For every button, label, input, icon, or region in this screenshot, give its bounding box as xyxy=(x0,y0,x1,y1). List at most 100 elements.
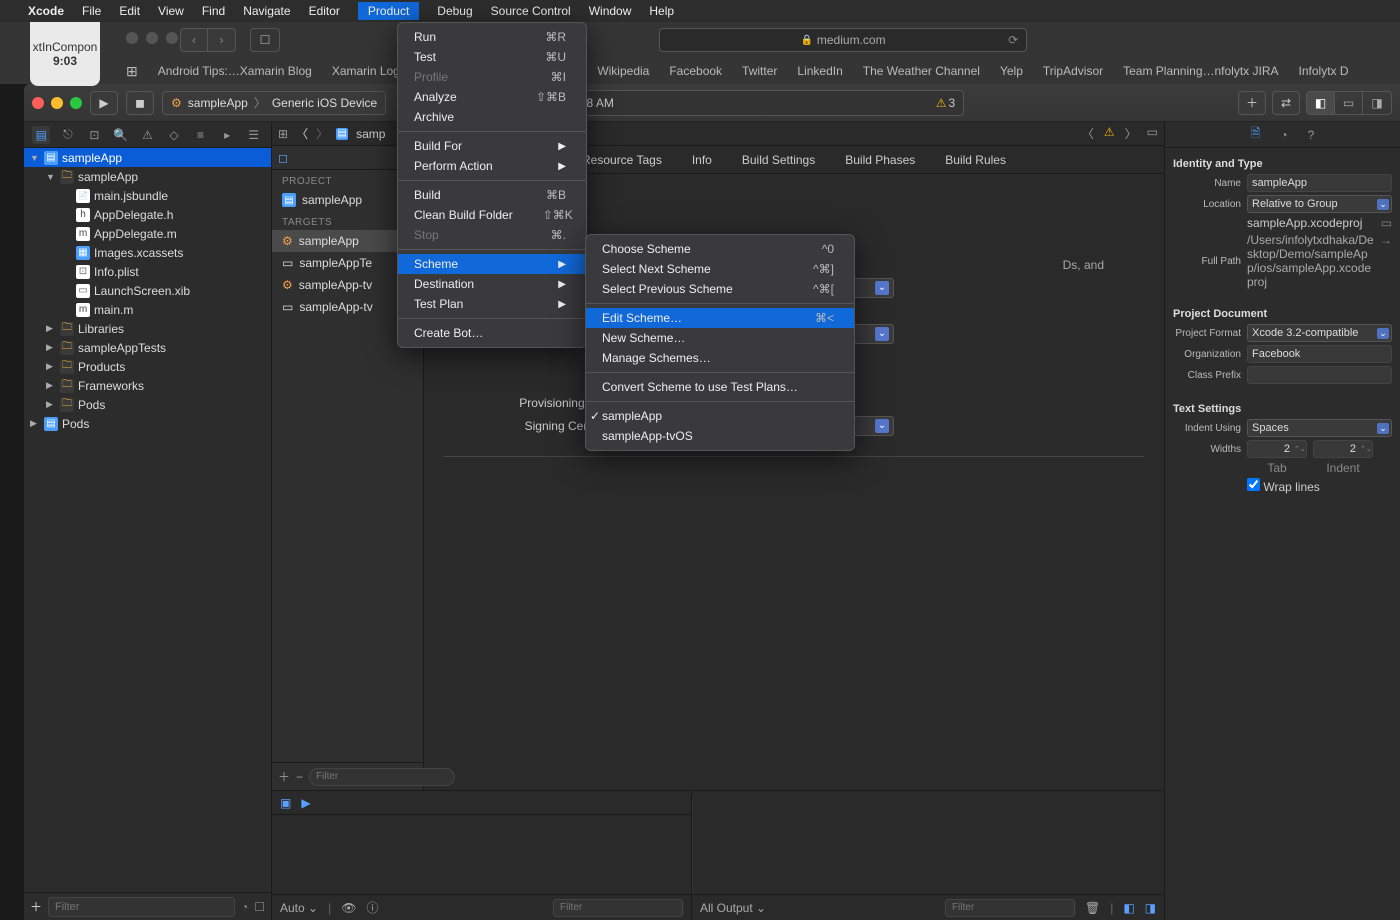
nav-next-icon[interactable]: 〉 xyxy=(1125,125,1137,142)
console-pane-toggle[interactable]: ◨ xyxy=(1145,901,1156,915)
source-control-navigator-icon[interactable]: ⎋ xyxy=(59,127,77,142)
tree-row[interactable]: ▤Pods xyxy=(24,414,271,433)
app-menu[interactable]: Xcode xyxy=(28,4,64,18)
menu-item[interactable]: Test⌘U xyxy=(398,47,586,67)
tree-row[interactable]: 📄main.jsbundle xyxy=(24,186,271,205)
tree-root[interactable]: ▤sampleApp xyxy=(24,148,271,167)
vars-pane-toggle[interactable]: ◧ xyxy=(1123,901,1134,915)
reveal-icon[interactable]: → xyxy=(1380,233,1392,289)
nav-prev-icon[interactable]: 〈 xyxy=(1082,125,1094,142)
add-target-button[interactable]: ＋ xyxy=(278,768,290,785)
indent-using-select[interactable]: Spaces xyxy=(1247,419,1392,437)
safari-nav-buttons[interactable]: ‹› xyxy=(180,28,236,52)
organization-input[interactable] xyxy=(1247,345,1392,363)
menu-item[interactable]: New Scheme… xyxy=(586,328,854,348)
menu-item[interactable]: Archive xyxy=(398,107,586,127)
menu-window[interactable]: Window xyxy=(589,4,632,18)
remove-target-button[interactable]: − xyxy=(296,770,303,784)
tree-row[interactable]: 🗀sampleApp xyxy=(24,167,271,186)
back-button[interactable]: 〈 xyxy=(296,125,308,142)
scheme-selector[interactable]: ⚙sampleApp〉Generic iOS Device xyxy=(162,91,386,115)
quicklook-icon[interactable]: 👁 xyxy=(341,901,356,915)
menu-item[interactable]: Create Bot… xyxy=(398,323,586,343)
debug-navigator-icon[interactable]: ≡ xyxy=(192,128,210,142)
clock-icon[interactable]: ◔ xyxy=(241,900,248,914)
class-prefix-input[interactable] xyxy=(1247,366,1392,384)
fav-link[interactable]: The Weather Channel xyxy=(863,64,980,78)
menu-item[interactable]: Select Previous Scheme^⌘[ xyxy=(586,279,854,299)
tree-row[interactable]: mAppDelegate.m xyxy=(24,224,271,243)
code-review-button[interactable]: ⇄ xyxy=(1272,91,1300,115)
project-navigator-icon[interactable]: ▤ xyxy=(32,126,50,144)
tab-width-input[interactable]: 2 xyxy=(1247,440,1307,458)
scm-filter-icon[interactable]: ☐ xyxy=(254,900,265,914)
warning-icon[interactable]: ⚠ xyxy=(1104,125,1115,142)
menu-item[interactable]: ✓sampleApp xyxy=(586,406,854,426)
warnings-badge[interactable]: ⚠3 xyxy=(936,96,955,110)
menu-item[interactable]: Run⌘R xyxy=(398,27,586,47)
fav-link[interactable]: Wikipedia xyxy=(597,64,649,78)
safari-sidebar-button[interactable]: ☐ xyxy=(250,28,280,52)
menu-edit[interactable]: Edit xyxy=(119,4,140,18)
menu-item[interactable]: sampleApp-tvOS xyxy=(586,426,854,446)
tree-row[interactable]: hAppDelegate.h xyxy=(24,205,271,224)
output-selector[interactable]: All Output ⌄ xyxy=(700,901,766,915)
tree-row[interactable]: ▦Images.xcassets xyxy=(24,243,271,262)
safari-url-field[interactable]: 🔒 medium.com ⟳ xyxy=(659,28,1028,52)
menu-item[interactable]: Edit Scheme…⌘< xyxy=(586,308,854,328)
history-inspector-icon[interactable]: ◔ xyxy=(1280,128,1287,142)
tab-resource-tags[interactable]: Resource Tags xyxy=(582,153,662,167)
fav-link[interactable]: Yelp xyxy=(1000,64,1023,78)
library-button[interactable]: ＋ xyxy=(1238,91,1266,115)
issue-navigator-icon[interactable]: ⚠ xyxy=(138,128,156,142)
add-button[interactable]: ＋ xyxy=(30,898,42,915)
indent-width-input[interactable]: 2 xyxy=(1313,440,1373,458)
menu-file[interactable]: File xyxy=(82,4,101,18)
location-select[interactable]: Relative to Group xyxy=(1247,195,1392,213)
navigator-tabs[interactable]: ▤ ⎋ ⊡ 🔍 ⚠ ◇ ≡ ▸ ☰ xyxy=(24,122,271,148)
tab-build-phases[interactable]: Build Phases xyxy=(845,153,915,167)
tree-row[interactable]: 🗀Frameworks xyxy=(24,376,271,395)
fav-link[interactable]: LinkedIn xyxy=(797,64,842,78)
menu-item[interactable]: Select Next Scheme^⌘] xyxy=(586,259,854,279)
tree-row[interactable]: 🗀Libraries xyxy=(24,319,271,338)
run-button[interactable]: ▶ xyxy=(90,91,118,115)
variables-filter-input[interactable] xyxy=(553,899,683,917)
menu-debug[interactable]: Debug xyxy=(437,4,472,18)
menu-item[interactable]: Manage Schemes… xyxy=(586,348,854,368)
menu-item[interactable]: Build⌘B xyxy=(398,185,586,205)
menu-item[interactable]: Clean Build Folder⇧⌘K xyxy=(398,205,586,225)
inspector-tabs[interactable]: 🗎 ◔ ? xyxy=(1165,122,1400,148)
reload-icon[interactable]: ⟳ xyxy=(1008,33,1018,47)
debug-view-icon[interactable]: ▣ xyxy=(280,796,291,810)
trash-icon[interactable]: 🗑 xyxy=(1085,901,1100,915)
menu-item[interactable]: Perform Action▶ xyxy=(398,156,586,176)
folder-icon[interactable]: ▭ xyxy=(1381,216,1392,230)
wrap-lines-checkbox[interactable]: Wrap lines xyxy=(1247,480,1320,494)
tree-row[interactable]: ⊡Info.plist xyxy=(24,262,271,281)
menu-item[interactable]: Destination▶ xyxy=(398,274,586,294)
tree-row[interactable]: 🗀Products xyxy=(24,357,271,376)
project-format-select[interactable]: Xcode 3.2-compatible xyxy=(1247,324,1392,342)
favorites-grid-icon[interactable]: ⊞ xyxy=(126,63,138,80)
menu-item[interactable]: Choose Scheme^0 xyxy=(586,239,854,259)
related-items-icon[interactable]: ⊞ xyxy=(278,127,288,141)
fav-link[interactable]: Facebook xyxy=(669,64,722,78)
test-navigator-icon[interactable]: ◇ xyxy=(165,128,183,142)
find-navigator-icon[interactable]: 🔍 xyxy=(112,128,130,142)
safari-traffic-lights[interactable] xyxy=(126,32,178,44)
menu-find[interactable]: Find xyxy=(202,4,225,18)
tab-info[interactable]: Info xyxy=(692,153,712,167)
menu-editor[interactable]: Editor xyxy=(309,4,340,18)
breakpoint-navigator-icon[interactable]: ▸ xyxy=(218,128,236,142)
fav-link[interactable]: TripAdvisor xyxy=(1043,64,1103,78)
tab-build-rules[interactable]: Build Rules xyxy=(945,153,1006,167)
xcode-traffic-lights[interactable] xyxy=(32,97,82,109)
outline-toggle-icon[interactable]: ◻ xyxy=(278,151,288,165)
stop-button[interactable]: ◼ xyxy=(126,91,154,115)
fav-link[interactable]: Twitter xyxy=(742,64,777,78)
symbol-navigator-icon[interactable]: ⊡ xyxy=(85,128,103,142)
menu-item[interactable]: Convert Scheme to use Test Plans… xyxy=(586,377,854,397)
fav-link[interactable]: Team Planning…nfolytx JIRA xyxy=(1123,64,1278,78)
tree-row[interactable]: mmain.m xyxy=(24,300,271,319)
